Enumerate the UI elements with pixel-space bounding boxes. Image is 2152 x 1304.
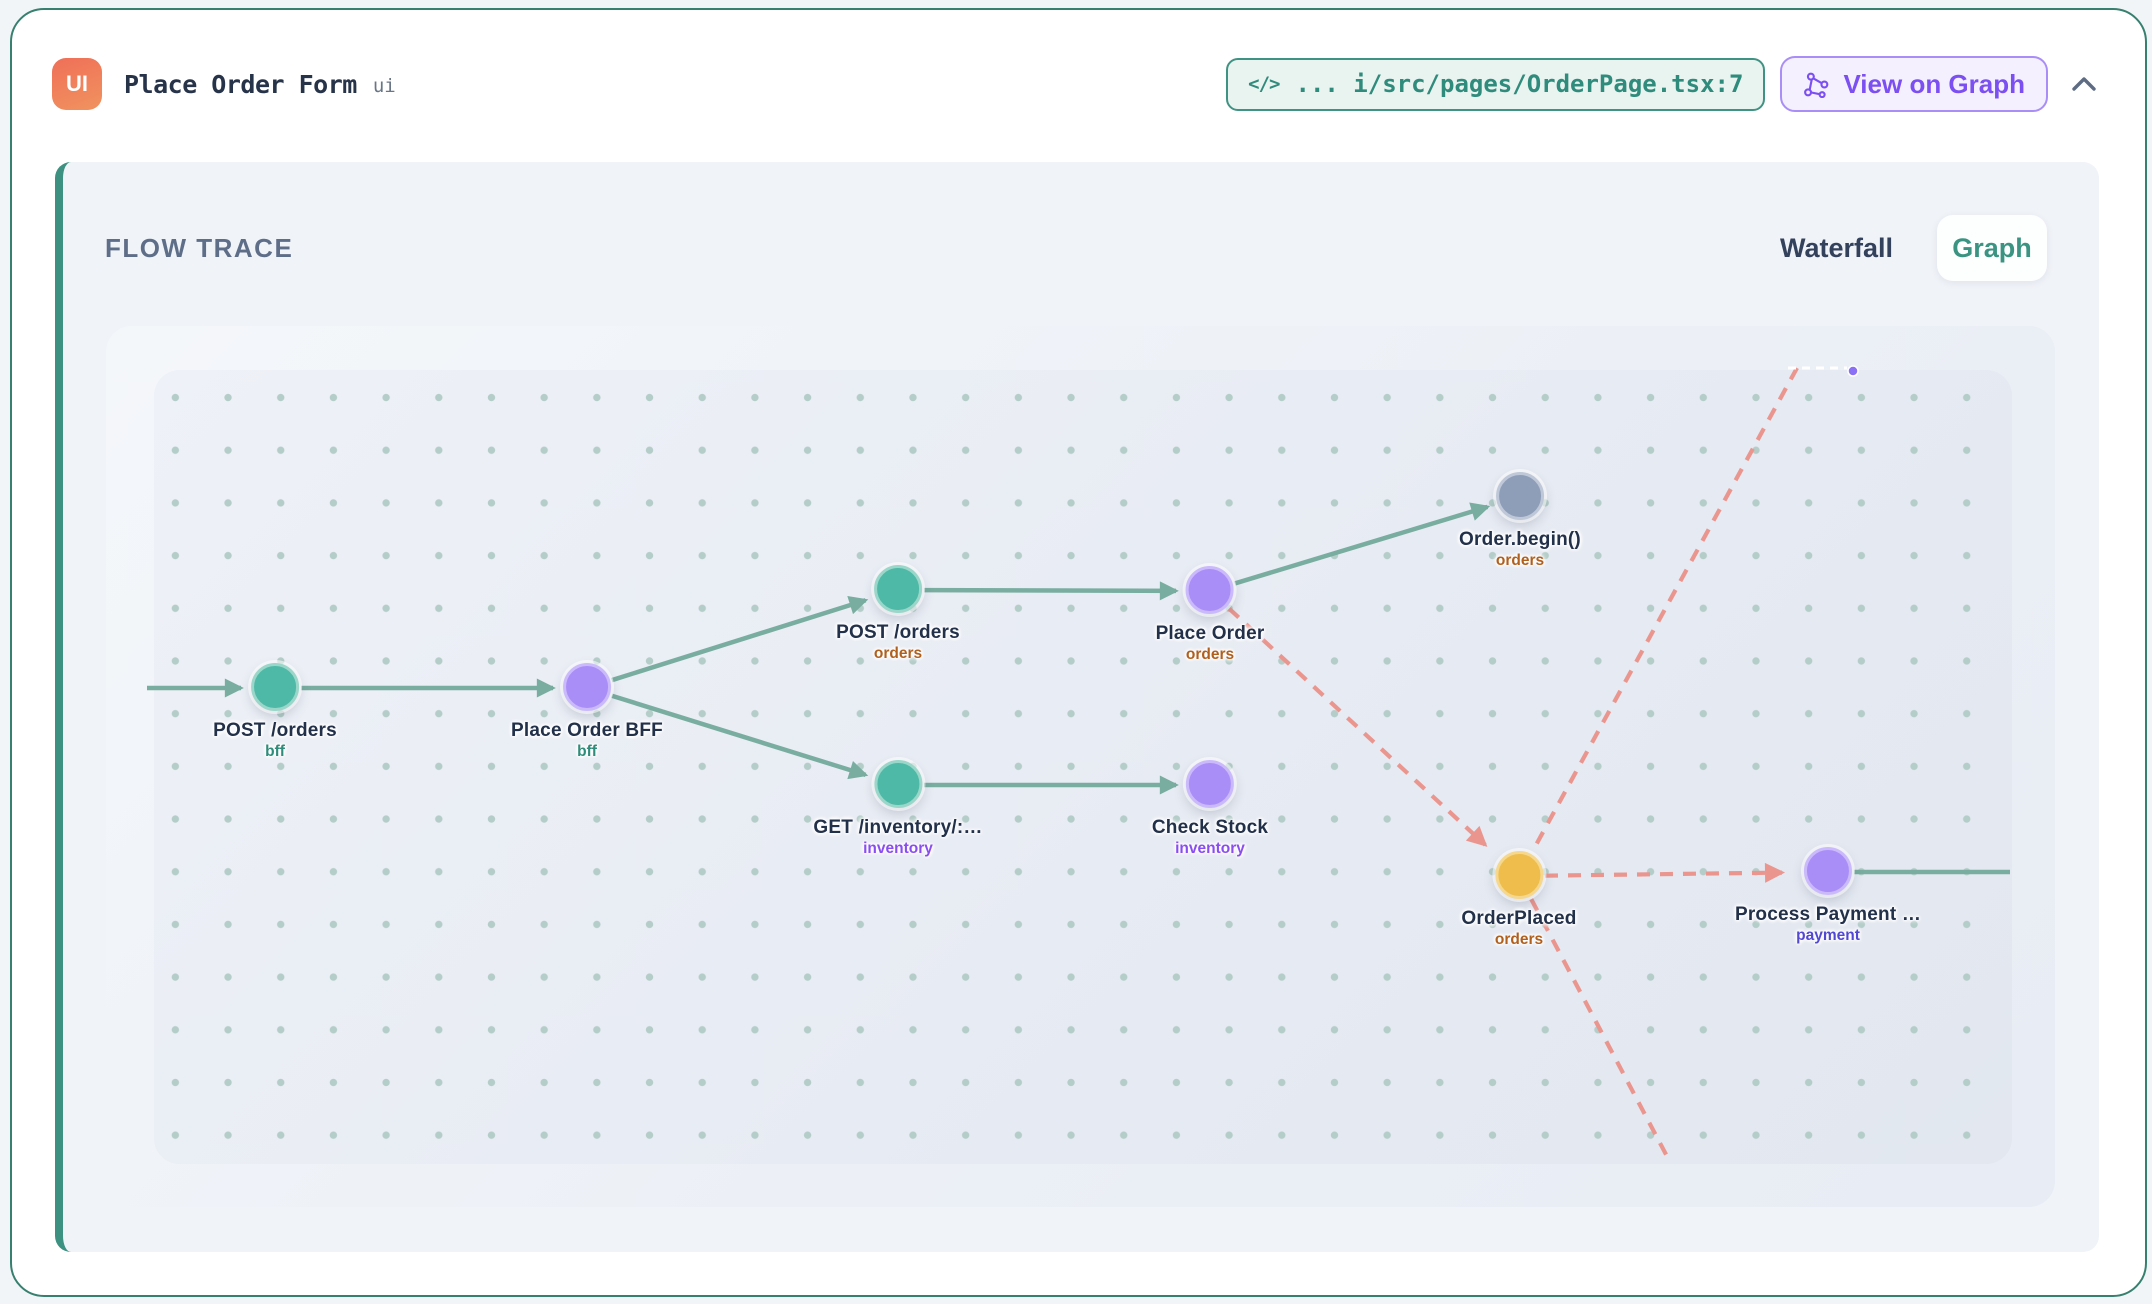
node-service-label: inventory [813,840,982,858]
node-circle[interactable] [1496,472,1544,520]
source-file-chip[interactable]: </> ... i/src/pages/OrderPage.tsx:7 [1226,58,1765,111]
graph-canvas[interactable] [154,370,2012,1164]
node-service-label: bff [511,743,663,761]
collapse-chevron-icon[interactable] [2071,76,2097,92]
graph-node-post-orders[interactable]: POST /ordersorders [836,565,960,663]
view-on-graph-button[interactable]: View on Graph [1780,56,2048,112]
tab-waterfall[interactable]: Waterfall [1772,233,1901,264]
graph-node-process-payment[interactable]: Process Payment …payment [1735,847,1921,945]
entity-subtitle: ui [373,71,396,97]
flow-trace-title: FLOW TRACE [105,233,293,264]
source-file-path: ... i/src/pages/OrderPage.tsx:7 [1296,70,1744,98]
view-toggle: Waterfall Graph [1772,215,2047,281]
node-label: Process Payment … [1735,904,1921,926]
node-circle[interactable] [874,565,922,613]
node-circle[interactable] [251,663,299,711]
view-on-graph-label: View on Graph [1843,69,2025,100]
node-service-label: inventory [1152,840,1268,858]
graph-node-order-begin[interactable]: Order.begin()orders [1459,472,1581,570]
share-nodes-icon [1803,71,1830,98]
code-icon: </> [1248,73,1279,95]
node-circle[interactable] [1804,847,1852,895]
graph-node-check-stock[interactable]: Check Stockinventory [1152,760,1268,858]
node-circle[interactable] [1495,851,1543,899]
node-circle[interactable] [874,760,922,808]
node-label: POST /orders [213,720,337,742]
graph-node-post-orders[interactable]: POST /ordersbff [213,663,337,761]
node-label: POST /orders [836,622,960,644]
graph-node-place-order-bff[interactable]: Place Order BFFbff [511,663,663,761]
node-circle[interactable] [563,663,611,711]
node-label: GET /inventory/:… [813,817,982,839]
node-service-label: orders [836,645,960,663]
graph-node-orderplaced[interactable]: OrderPlacedorders [1461,851,1576,949]
entity-title: Place Order Form [124,70,357,99]
node-service-label: orders [1156,646,1265,664]
node-label: OrderPlaced [1461,908,1576,930]
graph-container [106,326,2055,1207]
node-label: Order.begin() [1459,529,1581,551]
node-label: Check Stock [1152,817,1268,839]
node-service-label: payment [1735,927,1921,945]
node-service-label: orders [1461,931,1576,949]
graph-node-place-order[interactable]: Place Orderorders [1156,566,1265,664]
flow-trace-header: FLOW TRACE Waterfall Graph [105,215,2047,281]
node-service-label: orders [1459,552,1581,570]
node-label: Place Order BFF [511,720,663,742]
node-label: Place Order [1156,623,1265,645]
entity-card: UI Place Order Form ui </> ... i/src/pag… [10,8,2147,1297]
tab-graph[interactable]: Graph [1937,215,2047,281]
node-service-label: bff [213,743,337,761]
node-circle[interactable] [1186,566,1234,614]
node-circle[interactable] [1186,760,1234,808]
flow-trace-panel: FLOW TRACE Waterfall Graph [55,162,2099,1252]
entity-type-badge: UI [52,58,102,110]
graph-node-get-inventory[interactable]: GET /inventory/:…inventory [813,760,982,858]
card-header: UI Place Order Form ui </> ... i/src/pag… [52,54,2097,114]
